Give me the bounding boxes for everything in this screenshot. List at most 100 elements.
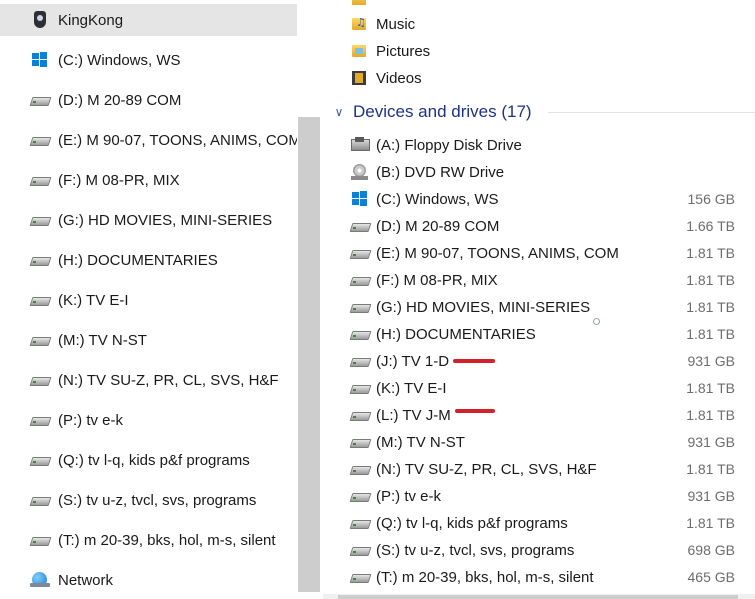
drive-row-f[interactable]: (F:) M 08-PR, MIX 1.81 TB (350, 268, 755, 292)
drive-row-d[interactable]: (D:) M 20-89 COM 1.66 TB (350, 214, 755, 238)
drive-size: 156 GB (687, 191, 735, 207)
nav-item-drive-p[interactable]: (P:) tv e-k (30, 408, 123, 432)
nav-item-label: (S:) tv u-z, tvcl, svs, programs (58, 491, 257, 509)
drive-icon (350, 407, 370, 423)
drive-size: 1.81 TB (686, 272, 735, 288)
drive-row-m[interactable]: (M:) TV N-ST 931 GB (350, 430, 755, 454)
drive-row-c[interactable]: (C:) Windows, WS 156 GB (350, 187, 755, 211)
nav-item-drive-h[interactable]: (H:) DOCUMENTARIES (30, 248, 218, 272)
drive-row-q[interactable]: (Q:) tv l-q, kids p&f programs 1.81 TB (350, 511, 755, 535)
devices-group-header[interactable]: ∨ Devices and drives (17) (333, 100, 532, 124)
nav-item-drive-s[interactable]: (S:) tv u-z, tvcl, svs, programs (30, 488, 256, 512)
music-folder-icon (350, 16, 370, 32)
dvd-icon (350, 164, 370, 180)
drive-size: 1.81 TB (686, 299, 735, 315)
drive-label: (B:) DVD RW Drive (376, 163, 505, 181)
drive-label: (J:) TV 1-D (376, 352, 450, 370)
drive-icon (350, 542, 370, 558)
chevron-down-icon[interactable]: ∨ (333, 105, 345, 119)
drive-row-t[interactable]: (T:) m 20-39, bks, hol, m-s, silent 465 … (350, 565, 755, 589)
drive-label: (C:) Windows, WS (376, 190, 499, 208)
user-folder-icon (30, 11, 50, 28)
nav-item-drive-f[interactable]: (F:) M 08-PR, MIX (30, 168, 180, 192)
drive-row-l[interactable]: (L:) TV J-M 1.81 TB (350, 403, 755, 427)
drive-row-k[interactable]: (K:) TV E-I 1.81 TB (350, 376, 755, 400)
drive-row-a[interactable]: (A:) Floppy Disk Drive (350, 133, 755, 157)
pictures-folder-icon (350, 43, 370, 59)
drive-icon (30, 132, 50, 148)
drive-icon (30, 492, 50, 508)
nav-item-drive-c[interactable]: (C:) Windows, WS (30, 48, 181, 72)
drive-icon (30, 292, 50, 308)
group-divider (548, 112, 755, 113)
nav-item-label: (T:) m 20-39, bks, hol, m-s, silent (58, 531, 276, 549)
nav-item-drive-q[interactable]: (Q:) tv l-q, kids p&f programs (30, 448, 250, 472)
drive-row-e[interactable]: (E:) M 90-07, TOONS, ANIMS, COM 1.81 TB (350, 241, 755, 265)
nav-item-drive-t[interactable]: (T:) m 20-39, bks, hol, m-s, silent (30, 528, 276, 552)
folder-label: Pictures (376, 42, 431, 60)
content-scrollbar-thumb[interactable] (338, 595, 738, 599)
drive-icon (350, 272, 370, 288)
drive-icon (30, 92, 50, 108)
windows-drive-icon (30, 52, 50, 68)
drive-icon (350, 380, 370, 396)
folder-music[interactable]: Music (350, 12, 755, 36)
folder-videos[interactable]: Videos (350, 66, 755, 90)
nav-item-label: (H:) DOCUMENTARIES (58, 251, 218, 269)
nav-item-label: (M:) TV N-ST (58, 331, 147, 349)
nav-item-label: (K:) TV E-I (58, 291, 129, 309)
drive-size: 931 GB (687, 434, 735, 450)
drive-row-b[interactable]: (B:) DVD RW Drive (350, 160, 755, 184)
drive-size: 1.81 TB (686, 461, 735, 477)
nav-item-label: (P:) tv e-k (58, 411, 124, 429)
drive-icon (30, 532, 50, 548)
drive-icon (350, 218, 370, 234)
folder-label: Videos (376, 69, 422, 87)
content-pane: Music Pictures Videos ∨ Devices and driv… (323, 0, 755, 599)
nav-scrollbar-thumb[interactable] (298, 117, 320, 592)
drive-size: 931 GB (687, 488, 735, 504)
nav-item-drive-g[interactable]: (G:) HD MOVIES, MINI-SERIES (30, 208, 272, 232)
drive-row-s[interactable]: (S:) tv u-z, tvcl, svs, programs 698 GB (350, 538, 755, 562)
drive-row-p[interactable]: (P:) tv e-k 931 GB (350, 484, 755, 508)
nav-item-label: (G:) HD MOVIES, MINI-SERIES (58, 211, 273, 229)
drive-icon (30, 412, 50, 428)
nav-item-label: (E:) M 90-07, TOONS, ANIMS, COM (58, 131, 297, 149)
nav-item-drive-d[interactable]: (D:) M 20-89 COM (30, 88, 181, 112)
windows-drive-icon (350, 191, 370, 207)
drive-row-j[interactable]: (J:) TV 1-D 931 GB (350, 349, 755, 373)
nav-item-label: Network (58, 571, 114, 589)
drive-label: (G:) HD MOVIES, MINI-SERIES (376, 298, 591, 316)
drive-row-g[interactable]: (G:) HD MOVIES, MINI-SERIES 1.81 TB (350, 295, 755, 319)
floppy-icon (350, 137, 370, 153)
drive-row-h[interactable]: (H:) DOCUMENTARIES 1.81 TB (350, 322, 755, 346)
drive-icon (350, 488, 370, 504)
drive-label: (H:) DOCUMENTARIES (376, 325, 536, 343)
drive-label: (P:) tv e-k (376, 487, 442, 505)
drive-size: 1.81 TB (686, 380, 735, 396)
drive-label: (F:) M 08-PR, MIX (376, 271, 498, 289)
drive-size: 931 GB (687, 353, 735, 369)
drive-size: 1.81 TB (686, 326, 735, 342)
drive-row-n[interactable]: (N:) TV SU-Z, PR, CL, SVS, H&F 1.81 TB (350, 457, 755, 481)
drive-icon (350, 434, 370, 450)
nav-item-drive-e[interactable]: (E:) M 90-07, TOONS, ANIMS, COM (30, 128, 297, 152)
drive-label: (S:) tv u-z, tvcl, svs, programs (376, 541, 575, 559)
nav-item-drive-m[interactable]: (M:) TV N-ST (30, 328, 147, 352)
drive-icon (30, 212, 50, 228)
nav-item-drive-k[interactable]: (K:) TV E-I (30, 288, 129, 312)
folder-pictures[interactable]: Pictures (350, 39, 755, 63)
nav-item-network[interactable]: Network (30, 568, 113, 592)
drive-label: (L:) TV J-M (376, 406, 451, 424)
drive-icon (30, 452, 50, 468)
nav-item-drive-n[interactable]: (N:) TV SU-Z, PR, CL, SVS, H&F (30, 368, 279, 392)
nav-item-label: (F:) M 08-PR, MIX (58, 171, 180, 189)
drive-label: (D:) M 20-89 COM (376, 217, 500, 235)
nav-item-kingkong[interactable]: KingKong (30, 8, 123, 32)
nav-item-label: (C:) Windows, WS (58, 51, 181, 69)
drive-label: (T:) m 20-39, bks, hol, m-s, silent (376, 568, 594, 586)
drive-size: 465 GB (687, 569, 735, 585)
nav-item-label: KingKong (58, 11, 124, 29)
drive-size: 698 GB (687, 542, 735, 558)
folder-downloads-partial[interactable] (350, 0, 755, 11)
